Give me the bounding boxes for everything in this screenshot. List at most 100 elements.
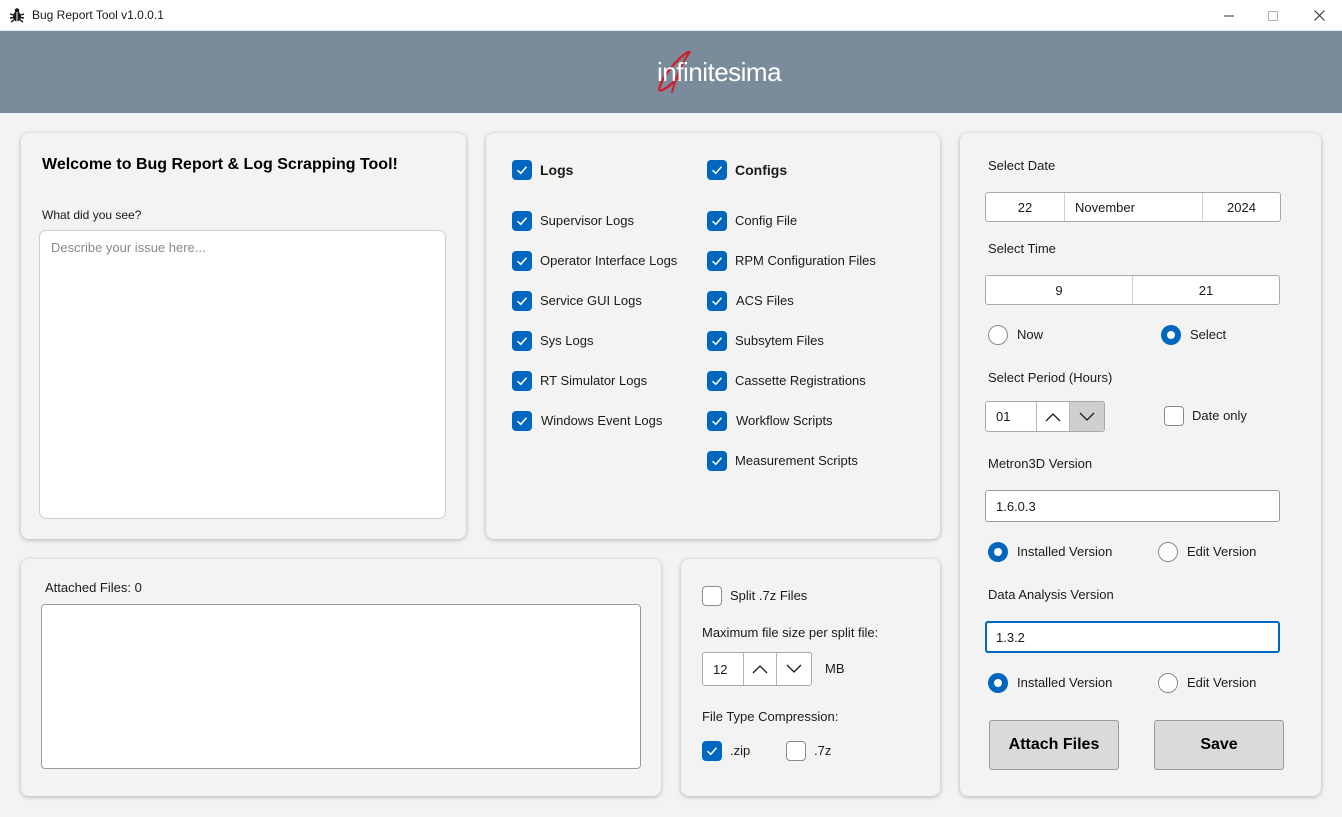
analysis-installed-radio[interactable]	[988, 673, 1008, 693]
welcome-title: Welcome to Bug Report & Log Scrapping To…	[42, 156, 398, 173]
period-down-button[interactable]	[1070, 402, 1104, 431]
period-value: 01	[986, 402, 1037, 431]
attached-files-label: Attached Files: 0	[45, 580, 142, 595]
date-picker[interactable]: 22 November 2024	[985, 192, 1281, 222]
checkmark-icon	[516, 257, 528, 266]
maximize-button[interactable]	[1250, 0, 1296, 31]
date-only-checkbox[interactable]	[1164, 406, 1184, 426]
checkmark-icon	[711, 417, 723, 426]
config-checkbox-measurement[interactable]	[707, 451, 727, 471]
metron-version-input[interactable]: 1.6.0.3	[985, 490, 1280, 522]
checkmark-icon	[711, 377, 723, 386]
analysis-edit-label: Edit Version	[1187, 675, 1257, 690]
chevron-up-icon	[752, 665, 768, 674]
checkmark-icon	[516, 217, 528, 226]
log-checkbox-supervisor[interactable]	[512, 211, 532, 231]
maximize-icon	[1268, 10, 1278, 21]
select-period-label: Select Period (Hours)	[988, 370, 1113, 385]
max-file-size-down-button[interactable]	[777, 653, 811, 685]
log-label-service-gui: Service GUI Logs	[540, 293, 642, 308]
max-file-size-label: Maximum file size per split file:	[702, 625, 879, 640]
checkmark-icon	[706, 747, 718, 756]
minimize-button[interactable]	[1206, 0, 1252, 31]
bug-icon	[9, 8, 25, 23]
log-checkbox-service-gui[interactable]	[512, 291, 532, 311]
max-file-size-unit: MB	[825, 661, 845, 676]
date-month[interactable]: November	[1065, 193, 1203, 221]
file-type-compression-label: File Type Compression:	[702, 709, 839, 724]
checkmark-icon	[711, 337, 723, 346]
config-checkbox-subsystem[interactable]	[707, 331, 727, 351]
checkmark-icon	[516, 166, 528, 175]
close-button[interactable]	[1296, 0, 1342, 31]
config-checkbox-rpm[interactable]	[707, 251, 727, 271]
zip-checkbox[interactable]	[702, 741, 722, 761]
max-file-size-stepper[interactable]: 12	[702, 652, 812, 686]
max-file-size-up-button[interactable]	[744, 653, 778, 685]
metron-edit-label: Edit Version	[1187, 544, 1257, 559]
date-year[interactable]: 2024	[1203, 193, 1280, 221]
split-7z-checkbox[interactable]	[702, 586, 722, 606]
select-date-label: Select Date	[988, 158, 1056, 173]
logs-all-checkbox[interactable]	[512, 160, 532, 180]
time-hour[interactable]: 9	[986, 276, 1133, 304]
attach-files-button[interactable]: Attach Files	[989, 720, 1119, 770]
config-checkbox-config-file[interactable]	[707, 211, 727, 231]
minimize-icon	[1224, 15, 1234, 16]
select-time-label: Select Time	[988, 241, 1056, 256]
configs-header-label: Configs	[735, 162, 788, 178]
config-checkbox-cassette[interactable]	[707, 371, 727, 391]
logs-header-label: Logs	[540, 162, 574, 178]
log-checkbox-rt-simulator[interactable]	[512, 371, 532, 391]
period-up-button[interactable]	[1037, 402, 1071, 431]
log-checkbox-operator-interface[interactable]	[512, 251, 532, 271]
time-now-radio[interactable]	[988, 325, 1008, 345]
log-checkbox-windows-event[interactable]	[512, 411, 532, 431]
configs-all-checkbox[interactable]	[707, 160, 727, 180]
time-select-label: Select	[1190, 327, 1227, 342]
checkmark-icon	[516, 337, 528, 346]
time-picker[interactable]: 9 21	[985, 275, 1280, 305]
checkmark-icon	[516, 297, 528, 306]
period-stepper[interactable]: 01	[985, 401, 1105, 432]
date-only-label: Date only	[1192, 408, 1247, 423]
config-label-acs: ACS Files	[736, 293, 794, 308]
metron-version-label: Metron3D Version	[988, 456, 1093, 471]
data-analysis-version-input[interactable]: 1.3.2	[985, 621, 1280, 653]
log-label-supervisor: Supervisor Logs	[540, 213, 634, 228]
time-minute[interactable]: 21	[1133, 276, 1279, 304]
company-logo-text: infinitesima	[657, 57, 782, 87]
what-did-you-see-label: What did you see?	[42, 208, 142, 222]
date-day[interactable]: 22	[986, 193, 1065, 221]
checkmark-icon	[711, 217, 723, 226]
checkmark-icon	[711, 257, 723, 266]
checkmark-icon	[516, 417, 528, 426]
checkmark-icon	[516, 377, 528, 386]
save-button[interactable]: Save	[1154, 720, 1284, 770]
log-label-sys: Sys Logs	[540, 333, 594, 348]
metron-installed-radio[interactable]	[988, 542, 1008, 562]
split-7z-label: Split .7z Files	[730, 588, 808, 603]
data-analysis-version-label: Data Analysis Version	[988, 587, 1114, 602]
config-label-subsystem: Subsytem Files	[735, 333, 824, 348]
metron-installed-label: Installed Version	[1017, 544, 1113, 559]
config-label-rpm: RPM Configuration Files	[735, 253, 876, 268]
analysis-edit-radio[interactable]	[1158, 673, 1178, 693]
log-label-operator-interface: Operator Interface Logs	[540, 253, 678, 268]
7z-label: .7z	[814, 743, 832, 758]
chevron-down-icon	[1079, 412, 1095, 421]
time-select-radio[interactable]	[1161, 325, 1181, 345]
7z-checkbox[interactable]	[786, 741, 806, 761]
log-label-rt-simulator: RT Simulator Logs	[540, 373, 648, 388]
config-label-workflow: Workflow Scripts	[736, 413, 833, 428]
metron-edit-radio[interactable]	[1158, 542, 1178, 562]
config-checkbox-acs[interactable]	[707, 291, 727, 311]
config-checkbox-workflow[interactable]	[707, 411, 727, 431]
time-now-label: Now	[1017, 327, 1044, 342]
issue-description-input[interactable]: Describe your issue here...	[39, 230, 446, 519]
config-label-cassette: Cassette Registrations	[735, 373, 866, 388]
attached-files-list[interactable]	[41, 604, 641, 769]
analysis-installed-label: Installed Version	[1017, 675, 1113, 690]
max-file-size-value: 12	[703, 653, 744, 685]
log-checkbox-sys[interactable]	[512, 331, 532, 351]
